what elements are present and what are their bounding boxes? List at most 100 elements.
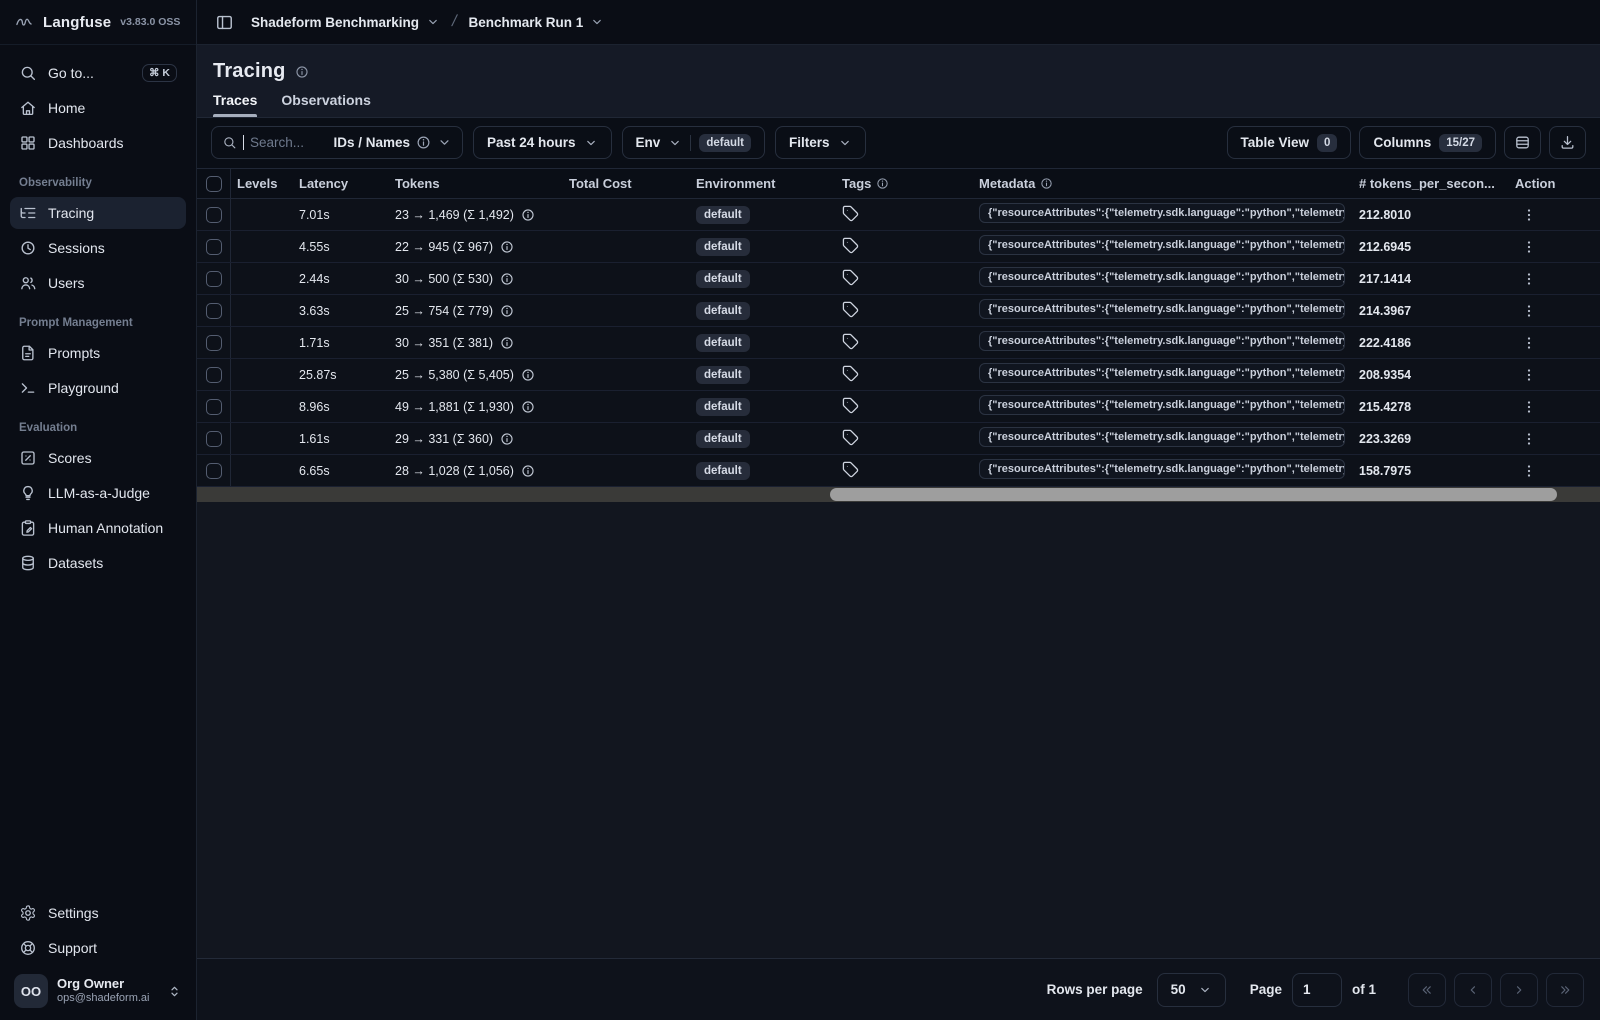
row-actions-button[interactable] xyxy=(1515,393,1543,421)
sidebar-item-tracing[interactable]: Tracing xyxy=(10,197,186,229)
row-checkbox[interactable] xyxy=(205,366,222,383)
row-actions-button[interactable] xyxy=(1515,425,1543,453)
header-total-cost[interactable]: Total Cost xyxy=(563,176,690,191)
metadata-value[interactable]: {"resourceAttributes":{"telemetry.sdk.la… xyxy=(979,203,1345,223)
info-icon[interactable] xyxy=(500,272,514,286)
sidebar-item-playground[interactable]: Playground xyxy=(10,372,186,404)
scrollbar-thumb[interactable] xyxy=(830,488,1557,501)
env-filter-button[interactable]: Env default xyxy=(621,126,766,159)
info-icon[interactable] xyxy=(500,240,514,254)
info-icon[interactable] xyxy=(500,432,514,446)
sidebar-item-prompts[interactable]: Prompts xyxy=(10,337,186,369)
tab-traces[interactable]: Traces xyxy=(213,92,258,117)
tag-icon[interactable] xyxy=(842,301,859,318)
header-environment[interactable]: Environment xyxy=(690,176,836,191)
row-actions-button[interactable] xyxy=(1515,329,1543,357)
tab-observations[interactable]: Observations xyxy=(281,92,370,117)
sidebar-item-home[interactable]: Home xyxy=(10,92,186,124)
sidebar-item-datasets[interactable]: Datasets xyxy=(10,547,186,579)
tag-icon[interactable] xyxy=(842,333,859,350)
row-checkbox[interactable] xyxy=(205,238,222,255)
metadata-value[interactable]: {"resourceAttributes":{"telemetry.sdk.la… xyxy=(979,363,1345,383)
info-icon[interactable] xyxy=(521,464,535,478)
metadata-value[interactable]: {"resourceAttributes":{"telemetry.sdk.la… xyxy=(979,267,1345,287)
tag-icon[interactable] xyxy=(842,397,859,414)
table-row[interactable]: 6.65s 28 → 1,028 (Σ 1,056) default {"res… xyxy=(197,455,1600,487)
row-actions-button[interactable] xyxy=(1515,233,1543,261)
account-switcher[interactable]: OO Org Owner ops@shadeform.ai xyxy=(10,967,186,1010)
columns-button[interactable]: Columns 15/27 xyxy=(1359,126,1496,159)
sidebar-item-human-annotation[interactable]: Human Annotation xyxy=(10,512,186,544)
search-input[interactable]: Search... IDs / Names xyxy=(211,126,463,159)
row-actions-button[interactable] xyxy=(1515,457,1543,485)
next-page-button[interactable] xyxy=(1500,972,1538,1007)
sidebar-item-llm-as-a-judge[interactable]: LLM-as-a-Judge xyxy=(10,477,186,509)
metadata-value[interactable]: {"resourceAttributes":{"telemetry.sdk.la… xyxy=(979,395,1345,415)
info-icon[interactable] xyxy=(500,304,514,318)
tag-icon[interactable] xyxy=(842,365,859,382)
row-checkbox[interactable] xyxy=(205,398,222,415)
info-icon[interactable] xyxy=(295,65,309,79)
info-icon[interactable] xyxy=(521,368,535,382)
search-mode-dropdown[interactable]: IDs / Names xyxy=(333,135,452,150)
row-actions-button[interactable] xyxy=(1515,361,1543,389)
select-all-checkbox[interactable] xyxy=(205,175,222,192)
table-row[interactable]: 1.71s 30 → 351 (Σ 381) default {"resourc… xyxy=(197,327,1600,359)
metadata-value[interactable]: {"resourceAttributes":{"telemetry.sdk.la… xyxy=(979,459,1345,479)
rows-per-page-select[interactable]: 50 xyxy=(1156,972,1226,1007)
table-row[interactable]: 2.44s 30 → 500 (Σ 530) default {"resourc… xyxy=(197,263,1600,295)
table-row[interactable]: 7.01s 23 → 1,469 (Σ 1,492) default {"res… xyxy=(197,199,1600,231)
metadata-value[interactable]: {"resourceAttributes":{"telemetry.sdk.la… xyxy=(979,331,1345,351)
info-icon[interactable] xyxy=(521,208,535,222)
row-checkbox[interactable] xyxy=(205,270,222,287)
export-button[interactable] xyxy=(1549,126,1586,159)
last-page-button[interactable] xyxy=(1546,972,1584,1007)
row-checkbox[interactable] xyxy=(205,462,222,479)
time-range-button[interactable]: Past 24 hours xyxy=(473,126,612,159)
tag-icon[interactable] xyxy=(842,269,859,286)
sidebar-item-support[interactable]: Support xyxy=(10,932,186,964)
sidebar-item-scores[interactable]: Scores xyxy=(10,442,186,474)
table-row[interactable]: 3.63s 25 → 754 (Σ 779) default {"resourc… xyxy=(197,295,1600,327)
row-checkbox[interactable] xyxy=(205,334,222,351)
filters-button[interactable]: Filters xyxy=(775,126,866,159)
metadata-value[interactable]: {"resourceAttributes":{"telemetry.sdk.la… xyxy=(979,235,1345,255)
row-actions-button[interactable] xyxy=(1515,265,1543,293)
info-icon[interactable] xyxy=(521,400,535,414)
tag-icon[interactable] xyxy=(842,461,859,478)
tag-icon[interactable] xyxy=(842,205,859,222)
row-height-button[interactable] xyxy=(1504,126,1541,159)
table-view-button[interactable]: Table View 0 xyxy=(1226,126,1352,159)
sidebar-item-users[interactable]: Users xyxy=(10,267,186,299)
prev-page-button[interactable] xyxy=(1454,972,1492,1007)
header-tokens[interactable]: Tokens xyxy=(389,176,563,191)
tag-icon[interactable] xyxy=(842,429,859,446)
row-actions-button[interactable] xyxy=(1515,297,1543,325)
project-breadcrumb[interactable]: Benchmark Run 1 xyxy=(469,15,605,30)
row-checkbox[interactable] xyxy=(205,430,222,447)
metadata-value[interactable]: {"resourceAttributes":{"telemetry.sdk.la… xyxy=(979,427,1345,447)
table-row[interactable]: 4.55s 22 → 945 (Σ 967) default {"resourc… xyxy=(197,231,1600,263)
horizontal-scrollbar[interactable] xyxy=(197,487,1600,502)
header-metadata[interactable]: Metadata xyxy=(973,176,1353,191)
goto-button[interactable]: Go to... ⌘ K xyxy=(10,57,186,89)
page-number-input[interactable] xyxy=(1291,972,1342,1007)
org-breadcrumb[interactable]: Shadeform Benchmarking xyxy=(251,15,440,30)
metadata-value[interactable]: {"resourceAttributes":{"telemetry.sdk.la… xyxy=(979,299,1345,319)
header-levels[interactable]: Levels xyxy=(231,176,293,191)
tag-icon[interactable] xyxy=(842,237,859,254)
info-icon[interactable] xyxy=(500,336,514,350)
sidebar-item-dashboards[interactable]: Dashboards xyxy=(10,127,186,159)
header-tokens-per-second[interactable]: # tokens_per_secon... xyxy=(1353,176,1509,191)
table-row[interactable]: 25.87s 25 → 5,380 (Σ 5,405) default {"re… xyxy=(197,359,1600,391)
row-checkbox[interactable] xyxy=(205,206,222,223)
header-latency[interactable]: Latency xyxy=(293,176,389,191)
row-actions-button[interactable] xyxy=(1515,201,1543,229)
sidebar-item-settings[interactable]: Settings xyxy=(10,897,186,929)
sidebar-toggle-button[interactable] xyxy=(209,7,239,37)
table-row[interactable]: 8.96s 49 → 1,881 (Σ 1,930) default {"res… xyxy=(197,391,1600,423)
row-checkbox[interactable] xyxy=(205,302,222,319)
first-page-button[interactable] xyxy=(1408,972,1446,1007)
table-row[interactable]: 1.61s 29 → 331 (Σ 360) default {"resourc… xyxy=(197,423,1600,455)
header-tags[interactable]: Tags xyxy=(836,176,973,191)
